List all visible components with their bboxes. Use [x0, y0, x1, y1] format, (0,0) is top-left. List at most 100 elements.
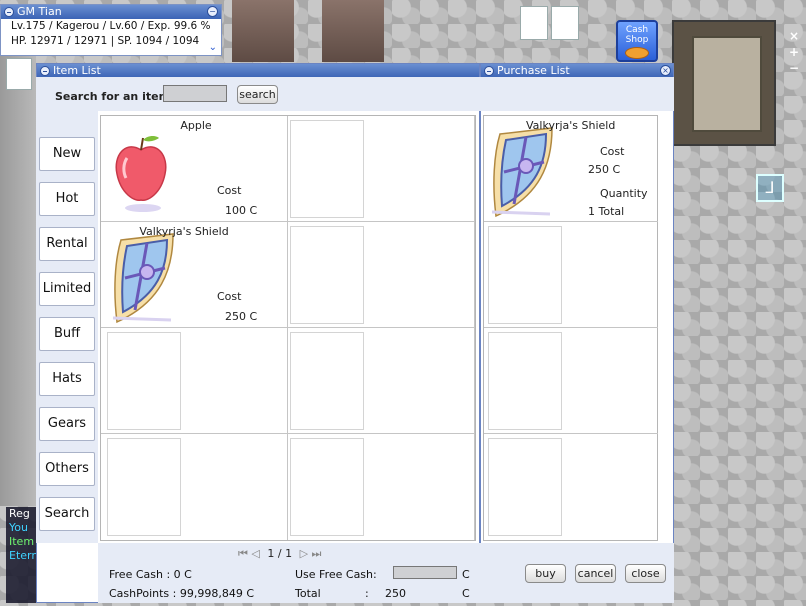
minimap[interactable]	[672, 20, 776, 146]
zoom-in-icon[interactable]: +	[786, 44, 802, 60]
category-gears[interactable]: Gears	[39, 407, 95, 441]
empty-slot	[290, 226, 364, 324]
item-grid: Apple Cost 100 C Valkyrja's Shield Cost …	[100, 115, 476, 541]
empty-slot	[290, 332, 364, 430]
purchase-list-title-bar[interactable]: Purchase List ×	[481, 64, 673, 78]
cash-shop-button[interactable]: Cash Shop	[616, 20, 658, 62]
shield-icon	[490, 124, 560, 218]
category-rental[interactable]: Rental	[39, 227, 95, 261]
hotkey-slot[interactable]	[520, 6, 548, 40]
pagination: ⏮ ◁ 1 / 1 ▷ ⏭	[238, 547, 338, 561]
expand-chevron-icon[interactable]: ⌄	[209, 42, 217, 53]
empty-slot	[107, 438, 181, 536]
cost-label: Cost	[217, 290, 242, 303]
minimize-icon[interactable]	[40, 66, 50, 76]
item-cell-empty	[101, 328, 288, 434]
chat-line: Reg	[9, 507, 30, 520]
collapse-icon[interactable]: −	[207, 6, 218, 17]
first-page-icon[interactable]: ⏮	[238, 547, 248, 560]
empty-slot	[290, 120, 364, 218]
purchase-cell-empty	[484, 222, 658, 328]
prev-page-icon[interactable]: ◁	[251, 547, 259, 560]
status-level-line: Lv.175 / Kagerou / Lv.60 / Exp. 99.6 %	[11, 20, 211, 32]
category-buff[interactable]: Buff	[39, 317, 95, 351]
status-title-bar[interactable]: GM Tian −	[1, 5, 221, 19]
use-free-cash-input[interactable]	[393, 566, 457, 579]
zoom-out-icon[interactable]: −	[786, 60, 802, 76]
total-value: 250	[385, 587, 406, 600]
search-bar: Search for an item: search	[36, 77, 674, 111]
item-cell-empty	[101, 434, 288, 540]
item-cell-empty	[288, 434, 475, 540]
minimap-controls: × + −	[786, 28, 802, 76]
buy-button[interactable]: buy	[525, 564, 566, 583]
cost-label: Cost	[600, 145, 625, 158]
world-pillar-right	[322, 0, 384, 62]
world-wall-left	[0, 56, 36, 506]
piggy-bank-icon	[625, 47, 649, 59]
total-label: Total	[295, 587, 321, 600]
search-label: Search for an item:	[55, 90, 175, 103]
category-hot[interactable]: Hot	[39, 182, 95, 216]
cost-value: 100 C	[225, 204, 258, 217]
minimize-icon[interactable]	[484, 66, 494, 76]
item-list-title: Item List	[53, 64, 101, 77]
item-cell-empty	[288, 328, 475, 434]
category-hats[interactable]: Hats	[39, 362, 95, 396]
chat-line: Item	[9, 535, 35, 548]
empty-slot	[488, 226, 562, 324]
empty-slot	[488, 332, 562, 430]
quantity-label: Quantity	[600, 187, 648, 200]
shop-footer: ⏮ ◁ 1 / 1 ▷ ⏭ Free Cash : 0 C Use Free C…	[98, 543, 674, 603]
purchase-item-name: Valkyrja's Shield	[526, 119, 616, 132]
character-name: GM Tian	[17, 5, 62, 18]
hotkey-slot[interactable]	[551, 6, 579, 40]
purchase-cell-empty	[484, 328, 658, 434]
chat-line: Etern	[9, 549, 39, 562]
quantity-value: 1 Total	[588, 205, 625, 218]
item-list-title-bar[interactable]: Item List	[37, 64, 479, 78]
item-name: Valkyrja's Shield	[139, 225, 229, 238]
item-cell-empty	[288, 116, 475, 222]
purchase-list-title: Purchase List	[497, 64, 570, 77]
page-indicator: 1 / 1	[267, 547, 293, 560]
category-sidebar: New Hot Rental Limited Buff Hats Gears O…	[36, 111, 98, 543]
shield-icon	[111, 230, 181, 324]
search-button[interactable]: search	[237, 85, 278, 104]
cash-shop-label: Cash Shop	[625, 25, 649, 45]
use-free-cash-label: Use Free Cash:	[295, 568, 377, 581]
close-icon[interactable]: ×	[660, 65, 671, 76]
cost-value: 250 C	[588, 163, 621, 176]
purchase-cell-empty	[484, 434, 658, 540]
character-status-window: GM Tian − Lv.175 / Kagerou / Lv.60 / Exp…	[0, 4, 222, 56]
hotkey-slot[interactable]	[6, 58, 32, 90]
item-cell-apple[interactable]: Apple Cost 100 C	[101, 116, 288, 222]
apple-icon	[113, 134, 169, 212]
minimize-icon[interactable]	[4, 7, 14, 17]
category-search[interactable]: Search	[39, 497, 95, 531]
item-name: Apple	[180, 119, 212, 132]
guide-icon[interactable]: ⅃	[756, 174, 784, 202]
purchase-grid: Valkyrja's Shield Cost 250 C Quantity 1 …	[483, 115, 658, 541]
category-new[interactable]: New	[39, 137, 95, 171]
empty-slot	[107, 332, 181, 430]
item-cell-valkyrja-shield[interactable]: Valkyrja's Shield Cost 250 C	[101, 222, 288, 328]
next-page-icon[interactable]: ▷	[300, 547, 308, 560]
last-page-icon[interactable]: ⏭	[312, 547, 322, 560]
cash-points-text: CashPoints : 99,998,849 C	[109, 587, 255, 600]
status-hp-sp-line: HP. 12971 / 12971 | SP. 1094 / 1094	[11, 35, 200, 47]
minimap-close-icon[interactable]: ×	[786, 28, 802, 44]
search-input[interactable]	[163, 85, 227, 102]
category-limited[interactable]: Limited	[39, 272, 95, 306]
cancel-button[interactable]: cancel	[575, 564, 616, 583]
close-button[interactable]: close	[625, 564, 666, 583]
total-separator: :	[365, 587, 369, 600]
chat-line: You	[9, 521, 28, 534]
cost-value: 250 C	[225, 310, 258, 323]
chat-window[interactable]: Reg You Item Etern	[6, 507, 38, 603]
total-unit: C	[462, 587, 470, 600]
cost-label: Cost	[217, 184, 242, 197]
purchase-item-valkyrja-shield[interactable]: Valkyrja's Shield Cost 250 C Quantity 1 …	[484, 116, 658, 222]
category-others[interactable]: Others	[39, 452, 95, 486]
use-free-cash-unit: C	[462, 568, 470, 581]
